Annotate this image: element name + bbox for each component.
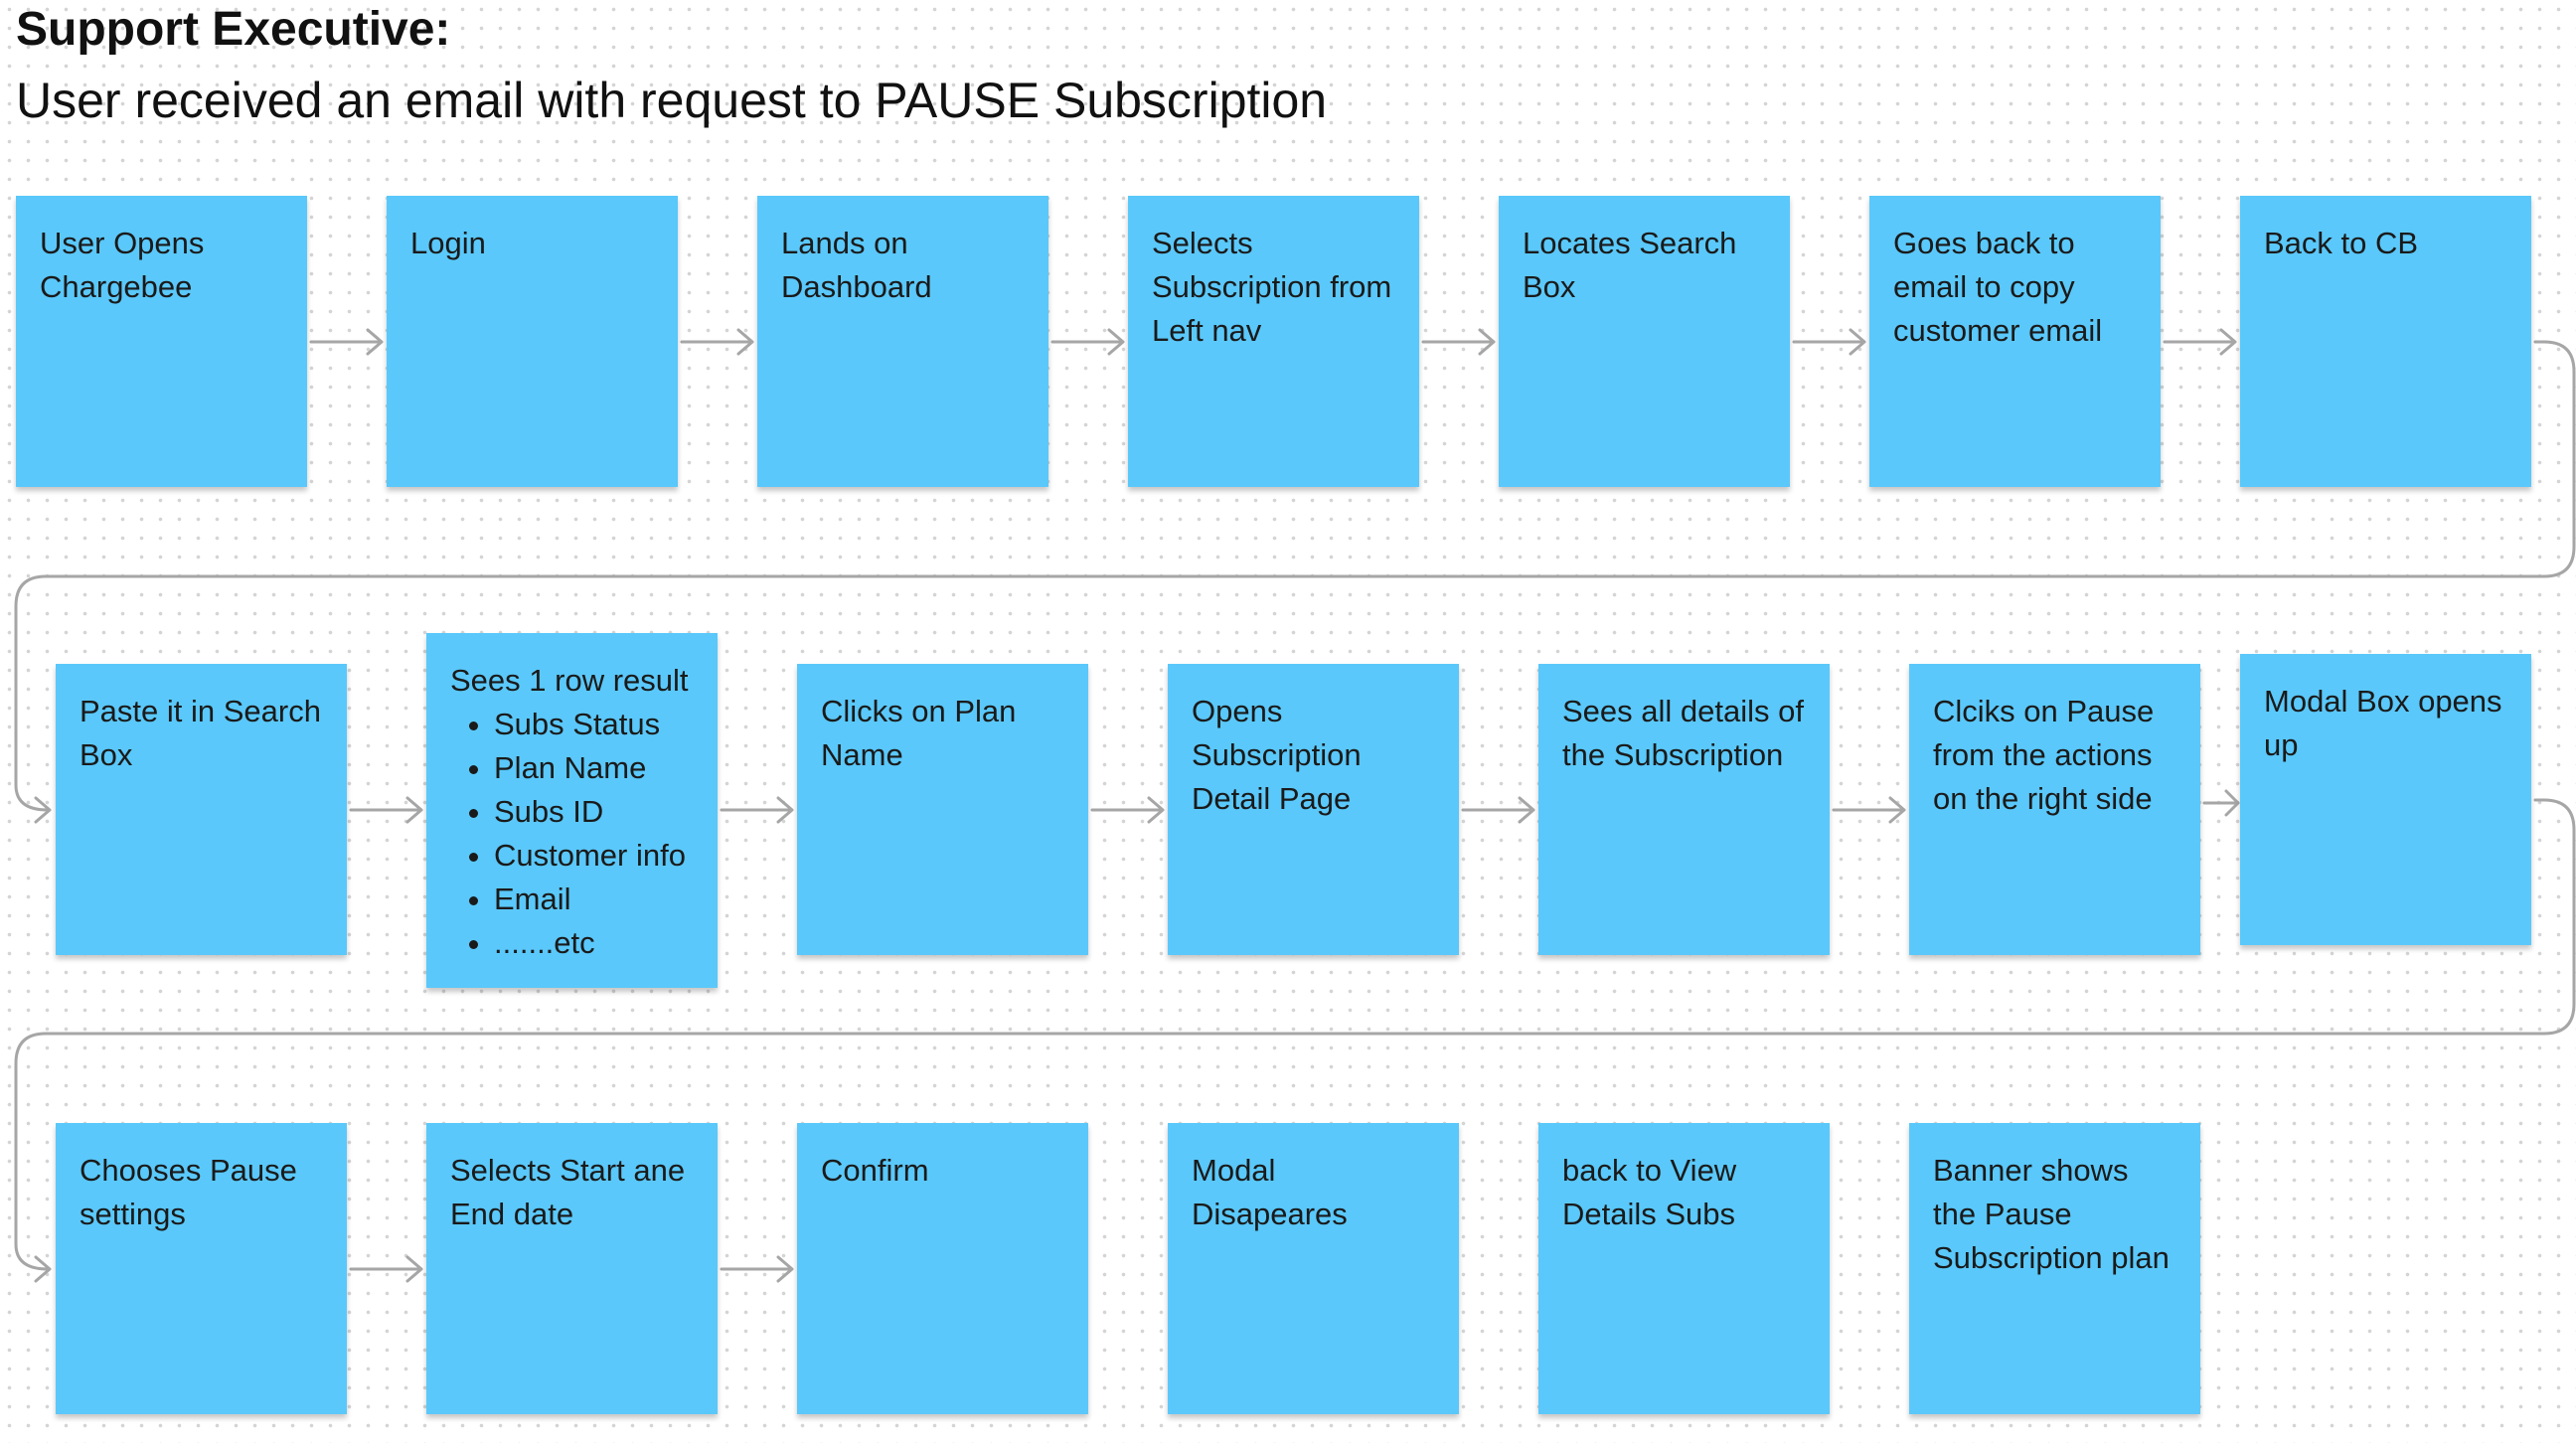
step-label: Modal Box opens up: [2264, 684, 2502, 762]
step-label: Lands on Dashboard: [781, 226, 932, 304]
step-card-confirm: Confirm: [797, 1123, 1088, 1414]
step-card-back-to-cb: Back to CB: [2240, 196, 2531, 487]
connector-arrow: [1050, 328, 1125, 356]
connector-arrow: [349, 796, 423, 824]
step-card-lands-on-dashboard: Lands on Dashboard: [757, 196, 1048, 487]
list-item: Customer info: [494, 834, 694, 878]
step-label: Login: [410, 226, 486, 260]
step-label: Chooses Pause settings: [80, 1153, 297, 1231]
step-label: Sees 1 row result: [450, 663, 689, 698]
step-label: Goes back to email to copy customer emai…: [1893, 226, 2103, 348]
step-card-sees-all-details: Sees all details of the Subscription: [1538, 664, 1830, 955]
step-card-clicks-plan-name: Clicks on Plan Name: [797, 664, 1088, 955]
step-card-back-to-view-details: back to View Details Subs: [1538, 1123, 1830, 1414]
step-label: Selects Subscription from Left nav: [1152, 226, 1392, 348]
connector-arrow: [1832, 796, 1906, 824]
step-label: Clicks on Plan Name: [821, 694, 1017, 772]
step-label: back to View Details Subs: [1562, 1153, 1737, 1231]
list-item: Subs ID: [494, 790, 694, 834]
step-card-modal-opens: Modal Box opens up: [2240, 654, 2531, 945]
step-label: Confirm: [821, 1153, 929, 1188]
step-label: Selects Start ane End date: [450, 1153, 686, 1231]
list-item: Subs Status: [494, 703, 694, 746]
connector-arrow: [1421, 328, 1496, 356]
connector-arrow: [2163, 328, 2237, 356]
connector-arrow: [680, 328, 754, 356]
step-label: Banner shows the Pause Subscription plan: [1933, 1153, 2170, 1275]
step-label: Locates Search Box: [1523, 226, 1737, 304]
step-card-copy-customer-email: Goes back to email to copy customer emai…: [1869, 196, 2161, 487]
step-label: Back to CB: [2264, 226, 2419, 260]
connector-arrow: [349, 1255, 423, 1283]
connector-arrow: [1090, 796, 1165, 824]
result-field-list: Subs Status Plan Name Subs ID Customer i…: [450, 703, 694, 965]
step-card-clicks-pause: Clciks on Pause from the actions on the …: [1909, 664, 2200, 955]
connector-arrow: [1461, 796, 1535, 824]
list-item: .......etc: [494, 921, 694, 965]
step-card-locates-search-box: Locates Search Box: [1499, 196, 1790, 487]
step-label: Paste it in Search Box: [80, 694, 321, 772]
step-card-chooses-pause-settings: Chooses Pause settings: [56, 1123, 347, 1414]
connector-arrow: [720, 796, 794, 824]
step-card-login: Login: [387, 196, 678, 487]
step-card-user-opens-chargebee: User Opens Chargebee: [16, 196, 307, 487]
step-card-modal-disappears: Modal Disapeares: [1168, 1123, 1459, 1414]
connector-arrow: [1792, 328, 1866, 356]
connector-arrow: [309, 328, 384, 356]
step-label: Clciks on Pause from the actions on the …: [1933, 694, 2155, 816]
step-label: Sees all details of the Subscription: [1562, 694, 1804, 772]
step-label: Modal Disapeares: [1192, 1153, 1348, 1231]
step-card-sees-row-result: Sees 1 row result Subs Status Plan Name …: [426, 633, 718, 988]
step-label: Opens Subscription Detail Page: [1192, 694, 1362, 816]
step-card-selects-subscription: Selects Subscription from Left nav: [1128, 196, 1419, 487]
step-card-banner-shows-plan: Banner shows the Pause Subscription plan: [1909, 1123, 2200, 1414]
step-card-paste-in-search: Paste it in Search Box: [56, 664, 347, 955]
step-card-opens-detail-page: Opens Subscription Detail Page: [1168, 664, 1459, 955]
step-card-selects-dates: Selects Start ane End date: [426, 1123, 718, 1414]
connector-arrow: [720, 1255, 794, 1283]
list-item: Email: [494, 878, 694, 921]
list-item: Plan Name: [494, 746, 694, 790]
step-label: User Opens Chargebee: [40, 226, 205, 304]
connector-arrow: [2202, 789, 2240, 817]
